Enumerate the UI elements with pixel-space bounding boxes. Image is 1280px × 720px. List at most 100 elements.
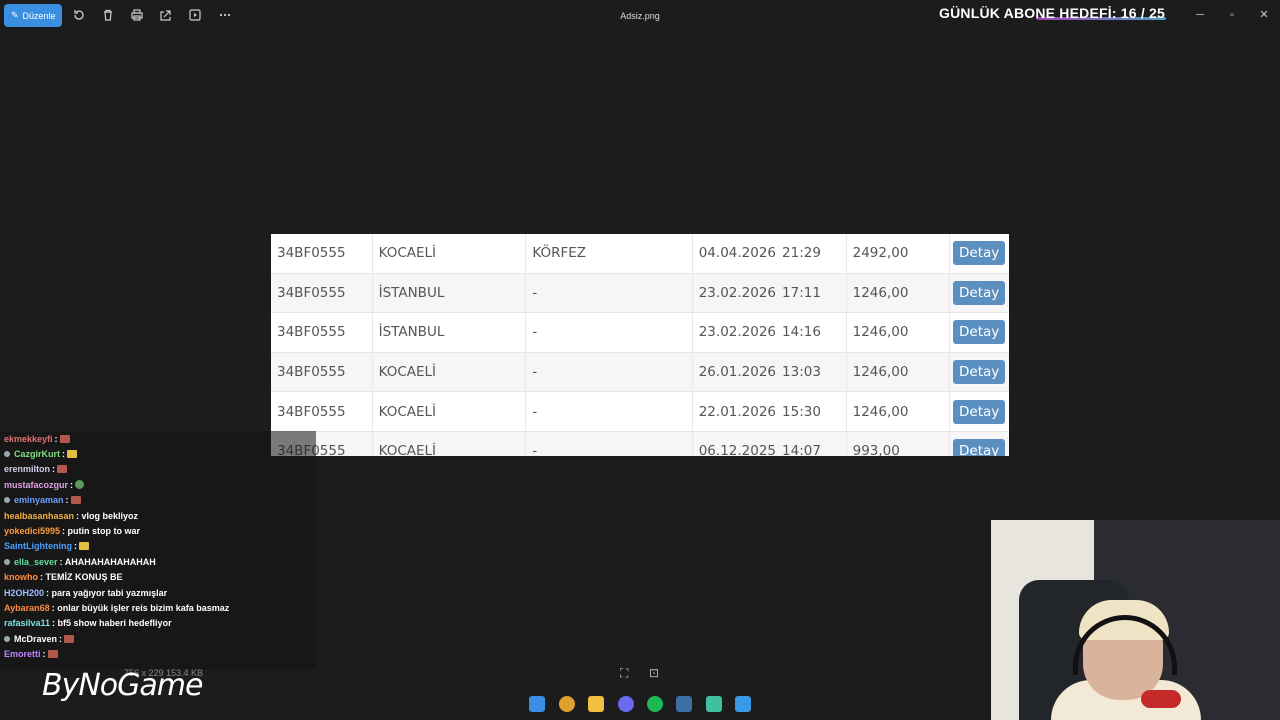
cell-city: KOCAELİ (372, 234, 527, 274)
chat-username[interactable]: knowho (4, 572, 38, 582)
cell-time: 21:29 (776, 234, 847, 274)
chat-message: SaintLightening: (0, 539, 316, 554)
cell-time: 14:07 (776, 430, 847, 456)
more-icon[interactable] (218, 8, 232, 22)
chat-badge-icon (4, 558, 10, 565)
chrome-icon[interactable] (559, 696, 575, 712)
detay-button[interactable]: Detay (953, 399, 1006, 424)
steam-icon[interactable] (676, 696, 692, 712)
rotate-icon[interactable] (72, 8, 86, 22)
chat-message: mustafacozgur: (0, 477, 316, 492)
cell-action: Detay (949, 351, 1009, 392)
detay-button[interactable]: Detay (953, 439, 1006, 456)
chat-username[interactable]: SaintLightening (4, 541, 72, 551)
chat-message: ekmekkeyfi: (0, 431, 316, 446)
chat-username[interactable]: rafasilva11 (4, 618, 50, 628)
share-icon[interactable] (159, 8, 173, 22)
chat-text: : putin stop to war (62, 526, 141, 537)
chat-message: CazgirKurt: (0, 446, 316, 461)
maximize-icon[interactable]: ▫ (1226, 9, 1238, 21)
cell-date: 22.01.2026 (692, 391, 777, 432)
chat-message: eminyaman: (0, 493, 316, 508)
cell-time: 17:11 (776, 272, 847, 313)
chat-username[interactable]: erenmilton (4, 464, 50, 474)
chat-username[interactable]: eminyaman (14, 495, 64, 505)
cell-city: KOCAELİ (372, 351, 527, 392)
chat-text: : vlog bekliyoz (76, 510, 139, 521)
cell-district: - (525, 272, 693, 313)
subscriber-goal-overlay: GÜNLÜK ABONE HEDEFİ: 16 / 25 (939, 5, 1166, 21)
chat-username[interactable]: healbasanhasan (4, 511, 74, 521)
cell-district: KÖRFEZ (525, 234, 693, 274)
minimize-icon[interactable]: ─ (1194, 9, 1206, 21)
chat-message: ella_sever: AHAHAHAHAHAHAH (0, 554, 316, 569)
chat-username[interactable]: CazgirKurt (14, 449, 60, 459)
chat-username[interactable]: ella_sever (14, 557, 58, 567)
detay-button[interactable]: Detay (953, 280, 1006, 305)
chat-emote-icon (67, 450, 78, 459)
chat-message: healbasanhasan: vlog bekliyoz (0, 508, 316, 523)
cell-date: 26.01.2026 (692, 351, 777, 392)
chat-text: : AHAHAHAHAHAHAH (59, 556, 156, 567)
trash-icon[interactable] (101, 8, 115, 22)
cell-plate: 34BF0555 (271, 272, 373, 313)
title-bar: ✎ Düzenle Adsiz.png GÜNLÜK ABONE HEDEFİ:… (0, 0, 1280, 32)
chat-message: erenmilton: (0, 462, 316, 477)
cell-action: Detay (949, 391, 1009, 432)
cell-amount: 1246,00 (846, 391, 951, 432)
chat-emote-icon (59, 434, 70, 443)
print-icon[interactable] (130, 8, 144, 22)
chat-badge-icon (4, 451, 10, 458)
chat-username[interactable]: H2OH200 (4, 588, 44, 598)
chat-text: : (52, 464, 56, 475)
chat-username[interactable]: yokedici5995 (4, 526, 60, 536)
chat-emote-icon (47, 650, 58, 659)
cell-plate: 34BF0555 (271, 351, 373, 392)
cell-action: Detay (949, 312, 1009, 353)
cell-city: KOCAELİ (372, 391, 527, 432)
chat-text: : (65, 495, 69, 506)
chat-message: yokedici5995: putin stop to war (0, 523, 316, 538)
cell-time: 14:16 (776, 312, 847, 353)
detay-button[interactable]: Detay (953, 320, 1006, 345)
chat-username[interactable]: McDraven (14, 634, 57, 644)
discord-icon[interactable] (618, 696, 634, 712)
spotify-icon[interactable] (647, 696, 663, 712)
chat-username[interactable]: ekmekkeyfi (4, 434, 53, 444)
cell-district: - (525, 351, 693, 392)
cell-date: 06.12.2025 (692, 430, 777, 456)
taskbar (0, 688, 990, 720)
chat-text: : para yağıyor tabi yazmışlar (46, 587, 168, 598)
cell-date: 04.04.2026 (698, 245, 777, 262)
chat-username[interactable]: Emoretti (4, 649, 41, 659)
close-icon[interactable]: ✕ (1258, 9, 1270, 21)
chat-text: : TEMİZ KONUŞ BE (40, 572, 123, 583)
cell-time: 13:03 (776, 351, 847, 392)
cell-action: Detay (949, 430, 1009, 456)
file-explorer-icon[interactable] (588, 696, 604, 712)
fines-table: 34BF0555 KOCAELİ KÖRFEZ 04.04.2026 21:29 2492… (271, 234, 1009, 456)
edit-button-label: Düzenle (22, 10, 56, 21)
chat-emote-icon (64, 634, 75, 643)
cell-plate: 34BF0555 (271, 312, 373, 353)
edit-button[interactable]: ✎ Düzenle (4, 4, 62, 27)
fit-icon[interactable]: ⛶ (620, 666, 628, 681)
cell-date: 23.02.2026 (692, 312, 777, 353)
detay-button[interactable]: Detay (953, 241, 1006, 266)
chat-username[interactable]: mustafacozgur (4, 480, 68, 490)
cell-amount: 1246,00 (846, 312, 951, 353)
table-row: 34BF0555 İSTANBUL -23.02.2026 14:16 1246,00 D… (271, 312, 1009, 353)
chat-username[interactable]: Aybaran68 (4, 603, 50, 613)
detay-button[interactable]: Detay (953, 360, 1006, 385)
windows-start-icon[interactable] (529, 696, 545, 712)
slideshow-icon[interactable] (188, 8, 202, 22)
cell-amount: 1246,00 (846, 272, 951, 313)
cell-district: - (525, 312, 693, 353)
cell-amount: 2492,00 (846, 234, 951, 274)
actual-size-icon[interactable]: ⊡ (649, 666, 659, 680)
cell-time: 15:30 (776, 391, 847, 432)
edit-icon: ✎ (11, 10, 19, 20)
cell-action: Detay (949, 272, 1009, 313)
app-icon[interactable] (706, 696, 722, 712)
photos-icon[interactable] (735, 696, 751, 712)
